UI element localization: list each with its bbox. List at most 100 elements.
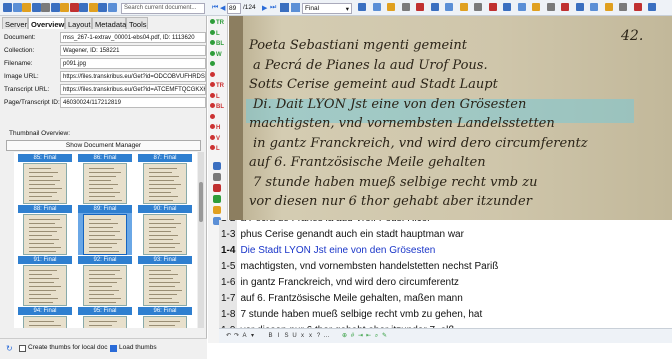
- tab-layout[interactable]: Layout: [65, 17, 92, 29]
- table-icon[interactable]: [575, 3, 584, 11]
- strike-icon[interactable]: S: [283, 333, 290, 340]
- meta-value[interactable]: p091.jpg: [60, 58, 206, 69]
- structure-tool-item[interactable]: [210, 61, 216, 70]
- link-icon[interactable]: ⊕: [341, 333, 348, 340]
- refresh-icon[interactable]: ↻: [6, 344, 13, 353]
- sync-icon[interactable]: [79, 3, 88, 12]
- thumbnail-item[interactable]: 86: Final: [78, 154, 132, 204]
- show-document-manager-button[interactable]: Show Document Manager: [6, 140, 201, 151]
- transcript-line[interactable]: 1-2a Pecra de Franes la aud Vroff Pous. …: [219, 220, 672, 227]
- next-page-icon[interactable]: ▶: [262, 4, 267, 12]
- transcript-line[interactable]: 1-4 Die Stadt LYON Jst eine von den Gröse…: [219, 243, 672, 259]
- redo-icon[interactable]: ↷: [233, 333, 240, 340]
- comment-icon[interactable]: ✎: [381, 333, 388, 340]
- layout-icon[interactable]: [561, 3, 569, 11]
- merge-icon[interactable]: [517, 3, 526, 11]
- server-icon[interactable]: [98, 3, 107, 12]
- zoom-in-icon[interactable]: [358, 3, 366, 11]
- info-icon[interactable]: [619, 3, 627, 11]
- save-icon[interactable]: [280, 3, 289, 12]
- prev-page-icon[interactable]: ◀: [220, 4, 225, 12]
- sup-icon[interactable]: x: [307, 333, 314, 340]
- structure-tool-item[interactable]: BL: [210, 40, 224, 49]
- undo-icon[interactable]: [532, 3, 540, 11]
- transcript-line[interactable]: 1-8 7 stunde haben mueß selbige recht vmb…: [219, 307, 672, 323]
- save-icon[interactable]: [31, 3, 41, 12]
- redo-icon[interactable]: [546, 3, 555, 11]
- structure-tool-item[interactable]: BL: [210, 103, 224, 112]
- thumbnail-item[interactable]: 96: Final: [138, 307, 192, 328]
- page-number-input[interactable]: 89: [227, 3, 241, 14]
- line-text[interactable]: Die Stadt LYON Jst eine von den Gröseste…: [240, 245, 435, 256]
- eye-icon[interactable]: [213, 162, 221, 170]
- line-text[interactable]: machtigsten, vnd vornembsten handelstett…: [240, 261, 498, 272]
- load-thumbs-checkbox[interactable]: [110, 345, 117, 352]
- meta-value[interactable]: 46030024/117212819: [60, 97, 206, 108]
- structure-tool-item[interactable]: H: [210, 124, 220, 133]
- thumbnail-scrollbar[interactable]: [198, 152, 204, 328]
- thumbnail-item[interactable]: 87: Final: [138, 154, 192, 204]
- thumbnail-item[interactable]: 91: Final: [18, 256, 72, 306]
- merge-line-icon[interactable]: ⇤: [365, 333, 372, 340]
- transcript-line[interactable]: 1-7 auf 6. Frantzösische Meile gehalten, …: [219, 291, 672, 307]
- transcript-line[interactable]: 1-6 in gantz Franckreich, vnd wird dero c…: [219, 275, 672, 291]
- meta-value[interactable]: Wagener, ID: 158221: [60, 45, 206, 56]
- meta-value[interactable]: mss_267-1-extrav_00001-ebs04.pdf, ID: 11…: [60, 32, 206, 43]
- link-icon[interactable]: [213, 195, 221, 203]
- line-text[interactable]: in gantz Franckreich, vnd wird dero circ…: [240, 277, 458, 288]
- transcription-editor[interactable]: 1-2a Pecra de Franes la aud Vroff Pous. …: [219, 220, 672, 328]
- image-icon[interactable]: [590, 3, 598, 11]
- meta-value[interactable]: https://files.transkribus.eu/Get?id=ODCO…: [60, 71, 206, 82]
- italic-icon[interactable]: I: [275, 333, 282, 340]
- font-icon[interactable]: A: [241, 333, 248, 340]
- structure-tool-item[interactable]: [210, 113, 216, 123]
- delete-icon[interactable]: [69, 3, 79, 12]
- meta-value[interactable]: https://files.transkribus.eu/Get?id=ATCE…: [60, 84, 206, 95]
- thumbnail-item[interactable]: 93: Final: [138, 256, 192, 306]
- open-icon[interactable]: [3, 3, 12, 12]
- structure-tool-item[interactable]: L: [210, 145, 220, 154]
- search-input[interactable]: Search current document...: [121, 3, 205, 14]
- structure-tool-item[interactable]: [210, 71, 216, 81]
- unclear-icon[interactable]: ?: [315, 333, 322, 340]
- help-icon[interactable]: [633, 3, 642, 11]
- tab-tools[interactable]: Tools: [126, 17, 148, 29]
- rotate-icon[interactable]: [416, 3, 424, 11]
- zoom-out-icon[interactable]: [372, 3, 381, 11]
- tag-icon[interactable]: #: [349, 333, 356, 340]
- line-icon[interactable]: [459, 3, 468, 11]
- abbrev-icon[interactable]: …: [323, 333, 330, 340]
- find-icon[interactable]: ⌕: [373, 333, 380, 340]
- user-icon[interactable]: [107, 3, 117, 12]
- thumbnail-item[interactable]: 89: Final: [78, 205, 132, 255]
- underline-icon[interactable]: U: [291, 333, 298, 340]
- star-icon[interactable]: [22, 3, 31, 12]
- thumbnail-item[interactable]: 88: Final: [18, 205, 72, 255]
- structure-tool-item[interactable]: V: [210, 134, 220, 144]
- tab-server[interactable]: Server: [2, 17, 28, 29]
- line-text[interactable]: a Pecra de Franes la aud Vroff Pous. Ric…: [240, 220, 432, 224]
- structure-tool-item[interactable]: L: [210, 29, 220, 39]
- tab-overview[interactable]: Overview: [28, 17, 65, 29]
- last-page-icon[interactable]: ⏭: [270, 4, 276, 12]
- split-line-icon[interactable]: ⇥: [357, 333, 364, 340]
- tab-metadata[interactable]: Metadata: [92, 17, 126, 29]
- fit-width-icon[interactable]: [401, 3, 410, 11]
- grid-icon[interactable]: [604, 3, 613, 11]
- line-text[interactable]: 7 stunde haben mueß selbige recht vmb zu…: [240, 309, 482, 320]
- thumbnail-item[interactable]: 95: Final: [78, 307, 132, 328]
- create-thumbs-checkbox[interactable]: [19, 345, 26, 352]
- structure-tool-item[interactable]: TR: [210, 82, 224, 91]
- size-icon[interactable]: ▾: [249, 333, 256, 340]
- word-icon[interactable]: [488, 3, 497, 11]
- thumbnail-item[interactable]: 92: Final: [78, 256, 132, 306]
- transcript-line[interactable]: 1-3 phus Cerise genandt auch ein stadt ha…: [219, 227, 672, 243]
- export-icon[interactable]: [60, 3, 69, 12]
- structure-tool-item[interactable]: TR: [210, 19, 224, 28]
- structure-tool-item[interactable]: W: [210, 50, 222, 60]
- upload-icon[interactable]: [291, 3, 300, 12]
- folder-open-icon[interactable]: [88, 3, 98, 12]
- palette-icon[interactable]: [213, 206, 221, 214]
- select-icon[interactable]: [430, 3, 439, 11]
- sub-icon[interactable]: x: [299, 333, 306, 340]
